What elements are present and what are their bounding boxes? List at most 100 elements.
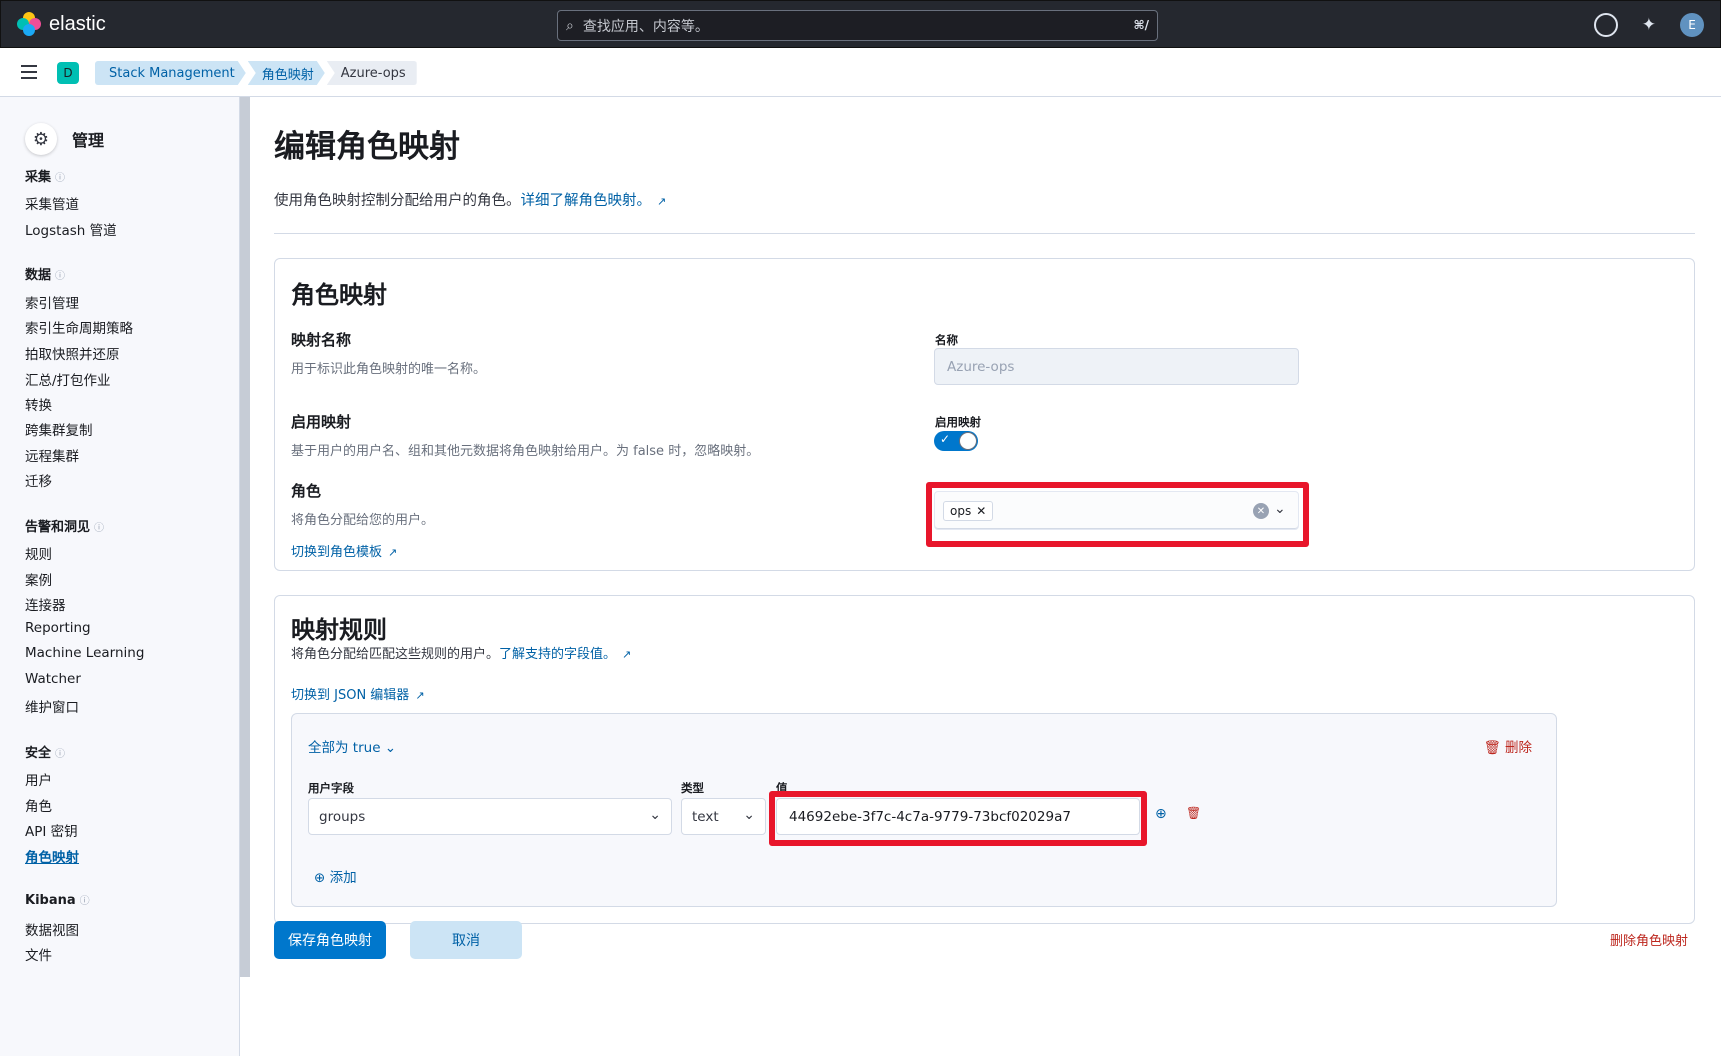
search-placeholder: 查找应用、内容等。 [582,18,709,35]
page-description: 使用角色映射控制分配给用户的角色。详细了解角色映射。 ↗ [274,193,667,209]
add-rule-button[interactable]: ⊕ 添加 [314,866,357,886]
sidebar-item-connectors[interactable]: 连接器 [25,594,66,614]
help-icon[interactable] [1593,13,1618,37]
user-avatar[interactable]: E [1680,13,1704,37]
mapping-rules-panel: 映射规则 将角色分配给匹配这些规则的用户。了解支持的字段值。 ↗ 切换到 JSON… [274,595,1695,924]
mapping-rules-desc: 将角色分配给匹配这些规则的用户。了解支持的字段值。 ↗ [291,647,632,662]
roles-desc: 将角色分配给您的用户。 [291,513,435,528]
sidebar-item-logstash[interactable]: Logstash 管道 [25,219,117,239]
breadcrumb-role-mappings[interactable]: 角色映射 [248,61,325,85]
breadcrumb-bar: D Stack Management 角色映射 Azure-ops [0,48,1721,97]
sidebar-item-role-mappings[interactable]: 角色映射 [25,846,79,866]
enable-mapping-toggle[interactable]: ✓ [934,431,978,451]
space-avatar[interactable]: D [57,62,79,84]
sidebar-item-api-keys[interactable]: API 密钥 [25,820,78,840]
info-icon: ⓘ [94,523,105,534]
sidebar-item-roles[interactable]: 角色 [25,795,52,815]
sidebar-item-rules[interactable]: 规则 [25,543,52,563]
sidebar-item-snapshots[interactable]: 拍取快照并还原 [25,343,120,363]
sidebar-group-alerts: 告警和洞见 ⓘ [25,520,105,535]
sidebar-item-cases[interactable]: 案例 [25,569,52,589]
supported-fields-link[interactable]: 了解支持的字段值。 [499,647,616,662]
sidebar-item-watcher[interactable]: Watcher [25,671,81,687]
sidebar-item-transforms[interactable]: 转换 [25,394,52,414]
page-title: 编辑角色映射 [274,129,460,165]
sidebar-item-data-views[interactable]: 数据视图 [25,919,79,939]
sidebar-item-ingest-pipelines[interactable]: 采集管道 [25,193,79,213]
info-icon: ⓘ [79,896,90,907]
sidebar-group-security: 安全 ⓘ [25,746,66,761]
role-mapping-panel: 角色映射 映射名称 用于标识此角色映射的唯一名称。 名称 Azure-ops 启… [274,258,1695,571]
menu-icon[interactable] [21,65,37,79]
info-icon: ⓘ [55,173,66,184]
search-shortcut: ⌘/ [1133,18,1149,32]
switch-to-role-templates-link[interactable]: 切换到角色模板 ↗ [291,541,397,560]
user-field-select[interactable]: groups ⌄ [308,798,672,835]
sidebar-item-machine-learning[interactable]: Machine Learning [25,645,144,661]
divider [274,233,1695,234]
cancel-button[interactable]: 取消 [410,921,522,959]
chevron-down-icon: ⌄ [743,807,755,823]
sidebar-item-remote-clusters[interactable]: 远程集群 [25,445,79,465]
chevron-down-icon: ⌄ [649,807,661,823]
sidebar-title: 管理 [72,131,105,150]
highlight-box [926,482,1309,547]
sidebar-item-reporting[interactable]: Reporting [25,620,91,636]
plus-circle-icon: ⊕ [314,870,326,886]
roles-title: 角色 [291,482,322,500]
breadcrumb-current: Azure-ops [326,61,417,85]
switch-to-json-link[interactable]: 切换到 JSON 编辑器 ↗ [291,684,425,703]
mapping-name-field: Azure-ops [934,348,1299,385]
check-icon: ✓ [940,432,951,446]
rule-group: 全部为 true ⌄ 🗑 删除 用户字段 类型 值 groups ⌄ text … [291,713,1557,907]
info-icon: ⓘ [55,271,66,282]
brand-name: elastic [49,12,106,35]
rule-group-type-dropdown[interactable]: 全部为 true ⌄ [308,736,396,756]
top-header: elastic ⌕ 查找应用、内容等。 ⌘/ ✦ E [0,0,1721,48]
highlight-box [769,791,1147,846]
type-label: 类型 [681,781,704,795]
delete-role-mapping-button[interactable]: 删除角色映射 [1610,930,1688,949]
trash-icon: 🗑 [1483,740,1501,756]
sidebar-item-migrate[interactable]: 迁移 [25,470,52,490]
news-feed-icon[interactable]: ✦ [1642,15,1656,35]
search-icon: ⌕ [566,17,574,34]
enable-mapping-title: 启用映射 [291,413,352,431]
sidebar-group-kibana: Kibana ⓘ [25,893,90,908]
breadcrumb: Stack Management 角色映射 Azure-ops [95,61,419,85]
sidebar-item-files[interactable]: 文件 [25,944,52,964]
enable-mapping-label: 启用映射 [935,415,981,429]
sidebar-item-ilm[interactable]: 索引生命周期策略 [25,317,133,337]
management-sidebar: ⚙ 管理 采集 ⓘ 采集管道 Logstash 管道 数据 ⓘ 索引管理 索引生命周… [0,97,240,1056]
info-icon: ⓘ [55,749,66,760]
global-search-input[interactable]: ⌕ 查找应用、内容等。 ⌘/ [557,10,1158,41]
sidebar-item-users[interactable]: 用户 [25,769,52,789]
sidebar-scrollbar[interactable] [240,97,250,977]
save-role-mapping-button[interactable]: 保存角色映射 [274,921,386,959]
main-content: 编辑角色映射 使用角色映射控制分配给用户的角色。详细了解角色映射。 ↗ 角色映射 … [250,97,1721,1056]
delete-field-icon[interactable]: 🗑 [1186,806,1201,820]
type-select[interactable]: text ⌄ [681,798,766,835]
sidebar-item-maintenance-windows[interactable]: 维护窗口 [25,696,79,716]
learn-more-link[interactable]: 详细了解角色映射。 [521,193,652,209]
chevron-down-icon: ⌄ [380,740,397,756]
elastic-logo-icon [17,12,41,36]
user-field-label: 用户字段 [308,781,354,795]
sidebar-group-data: 数据 ⓘ [25,268,66,283]
sidebar-item-rollups[interactable]: 汇总/打包作业 [25,369,111,389]
mapping-name-title: 映射名称 [291,331,352,349]
delete-rule-group-button[interactable]: 🗑 删除 [1484,736,1532,756]
mapping-name-desc: 用于标识此角色映射的唯一名称。 [291,362,487,377]
external-link-icon: ↗ [657,195,667,208]
role-mapping-title: 角色映射 [291,281,387,309]
name-label: 名称 [935,333,958,347]
sidebar-item-ccr[interactable]: 跨集群复制 [25,419,93,439]
gear-icon: ⚙ [25,123,57,155]
enable-mapping-desc: 基于用户的用户名、组和其他元数据将角色映射给用户。为 false 时，忽略映射。 [291,444,760,459]
breadcrumb-stack-management[interactable]: Stack Management [95,61,246,85]
sidebar-item-index-management[interactable]: 索引管理 [25,292,79,312]
sidebar-group-ingest: 采集 ⓘ [25,170,66,185]
elastic-logo[interactable]: elastic [17,12,106,36]
add-field-icon[interactable]: ⊕ [1155,806,1167,822]
mapping-rules-title: 映射规则 [291,616,387,644]
